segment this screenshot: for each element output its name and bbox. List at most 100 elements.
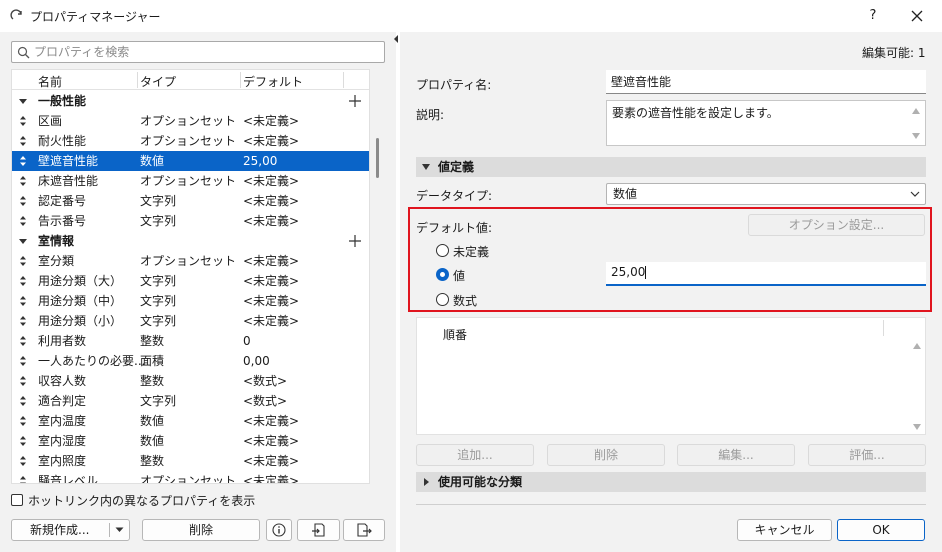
add-button[interactable]: 追加... <box>416 444 534 466</box>
table-row[interactable]: 壁遮音性能 数値 25,00 <box>12 151 369 171</box>
table-row[interactable]: 一人あたりの必要... 面積 0,00 <box>12 351 369 371</box>
column-default[interactable]: デフォルト <box>243 73 303 90</box>
delete-button[interactable]: 削除 <box>547 444 665 466</box>
table-row[interactable]: 床遮音性能 オプションセット <未定義> <box>12 171 369 191</box>
hotlink-checkbox-label: ホットリンク内の異なるプロパティを表示 <box>28 494 256 508</box>
table-row[interactable]: 収容人数 整数 <数式> <box>12 371 369 391</box>
export-button[interactable] <box>343 519 385 541</box>
drag-sort-icon[interactable] <box>18 375 28 387</box>
info-button[interactable] <box>266 519 292 541</box>
table-row[interactable]: 室分類 オプションセット <未定義> <box>12 251 369 271</box>
property-list: 名前 タイプ デフォルト 一般性能 区画 オプションセット <未定義> 耐火性能 オプショ… <box>11 69 370 484</box>
scroll-up-icon[interactable] <box>911 107 921 115</box>
hotlink-checkbox[interactable] <box>11 494 23 506</box>
close-icon[interactable] <box>906 5 928 27</box>
search-input[interactable] <box>34 44 374 60</box>
property-default-cell: <未定義> <box>243 294 300 308</box>
property-detail-pane: 編集可能: 1 プロパティ名: 壁遮音性能 説明: 要素の遮音性能を設定します。… <box>400 32 942 552</box>
table-row[interactable]: 耐火性能 オプションセット <未定義> <box>12 131 369 151</box>
list-scrollbar[interactable] <box>374 90 380 482</box>
drag-sort-icon[interactable] <box>18 215 28 227</box>
chevron-down-icon[interactable] <box>115 527 124 533</box>
drag-sort-icon[interactable] <box>18 155 28 167</box>
property-default-cell: <未定義> <box>243 474 300 484</box>
drag-sort-icon[interactable] <box>18 275 28 287</box>
drag-sort-icon[interactable] <box>18 355 28 367</box>
table-row[interactable]: 騒音レベル オプションセット <未定義> <box>12 471 369 484</box>
table-row[interactable]: 適合判定 文字列 <数式> <box>12 391 369 411</box>
group-row[interactable]: 一般性能 <box>12 91 369 111</box>
import-button[interactable] <box>297 519 340 541</box>
info-icon <box>272 523 286 537</box>
drag-sort-icon[interactable] <box>18 255 28 267</box>
property-default-cell: 0,00 <box>243 354 270 368</box>
data-type-dropdown[interactable]: 数値 <box>606 183 926 205</box>
import-icon <box>312 523 325 537</box>
search-box[interactable] <box>11 41 385 63</box>
drag-sort-icon[interactable] <box>18 295 28 307</box>
help-button[interactable]: ? <box>862 5 884 27</box>
drag-sort-icon[interactable] <box>18 175 28 187</box>
table-row[interactable]: 用途分類（中） 文字列 <未定義> <box>12 291 369 311</box>
available-classification-section[interactable]: 使用可能な分類 <box>416 472 926 492</box>
table-row[interactable]: 認定番号 文字列 <未定義> <box>12 191 369 211</box>
table-row[interactable]: 告示番号 文字列 <未定義> <box>12 211 369 231</box>
drag-sort-icon[interactable] <box>18 475 28 484</box>
data-type-value: 数値 <box>613 187 638 201</box>
description-field[interactable]: 要素の遮音性能を設定します。 <box>606 100 926 146</box>
property-default-cell: <数式> <box>243 394 288 408</box>
property-name-cell: 室内温度 <box>38 414 87 428</box>
data-type-label: データタイプ: <box>416 189 493 203</box>
expanded-triangle-icon[interactable] <box>18 91 28 111</box>
evaluate-button[interactable]: 評価... <box>808 444 926 466</box>
delete-property-button[interactable]: 削除 <box>142 519 260 541</box>
split-separator <box>109 523 110 537</box>
drag-sort-icon[interactable] <box>18 195 28 207</box>
table-row[interactable]: 利用者数 整数 0 <box>12 331 369 351</box>
description-label: 説明: <box>416 108 445 122</box>
column-name[interactable]: 名前 <box>38 73 62 90</box>
add-property-icon[interactable] <box>347 231 363 251</box>
drag-sort-icon[interactable] <box>18 315 28 327</box>
drag-sort-icon[interactable] <box>18 335 28 347</box>
value-definition-section[interactable]: 値定義 <box>416 157 926 177</box>
property-name-cell: 用途分類（小） <box>38 314 123 328</box>
drag-sort-icon[interactable] <box>18 435 28 447</box>
table-row[interactable]: 用途分類（小） 文字列 <未定義> <box>12 311 369 331</box>
edit-button[interactable]: 編集... <box>677 444 795 466</box>
group-row[interactable]: 室情報 <box>12 231 369 251</box>
table-row[interactable]: 室内温度 数値 <未定義> <box>12 411 369 431</box>
table-row[interactable]: 室内湿度 数値 <未定義> <box>12 431 369 451</box>
drag-sort-icon[interactable] <box>18 395 28 407</box>
property-name-cell: 利用者数 <box>38 334 87 348</box>
property-type-cell: 文字列 <box>140 394 177 408</box>
ok-button[interactable]: OK <box>837 519 925 541</box>
drag-sort-icon[interactable] <box>18 455 28 467</box>
property-name-cell: 告示番号 <box>38 214 87 228</box>
scrollbar-thumb[interactable] <box>376 138 379 178</box>
group-name: 一般性能 <box>38 94 87 108</box>
add-property-icon[interactable] <box>347 91 363 111</box>
property-name-field[interactable]: 壁遮音性能 <box>606 70 926 94</box>
drag-sort-icon[interactable] <box>18 135 28 147</box>
property-type-cell: オプションセット <box>140 254 237 268</box>
search-icon <box>17 46 30 59</box>
expanded-triangle-icon[interactable] <box>18 231 28 251</box>
property-name-label: プロパティ名: <box>416 78 492 92</box>
property-name-cell: 耐火性能 <box>38 134 87 148</box>
property-type-cell: 面積 <box>140 354 165 368</box>
drag-sort-icon[interactable] <box>18 415 28 427</box>
new-button[interactable]: 新規作成... <box>11 519 130 541</box>
value-definition-label: 値定義 <box>438 160 475 174</box>
scroll-down-icon[interactable] <box>911 132 921 140</box>
order-list: 順番 <box>416 317 926 435</box>
drag-sort-icon[interactable] <box>18 115 28 127</box>
table-row[interactable]: 室内照度 整数 <未定義> <box>12 451 369 471</box>
cancel-button[interactable]: キャンセル <box>737 519 832 541</box>
scroll-up-icon[interactable] <box>912 342 922 350</box>
collapse-left-icon[interactable] <box>392 33 400 45</box>
scroll-down-icon[interactable] <box>912 423 922 431</box>
table-row[interactable]: 区画 オプションセット <未定義> <box>12 111 369 131</box>
table-row[interactable]: 用途分類（大） 文字列 <未定義> <box>12 271 369 291</box>
column-type[interactable]: タイプ <box>140 73 176 90</box>
